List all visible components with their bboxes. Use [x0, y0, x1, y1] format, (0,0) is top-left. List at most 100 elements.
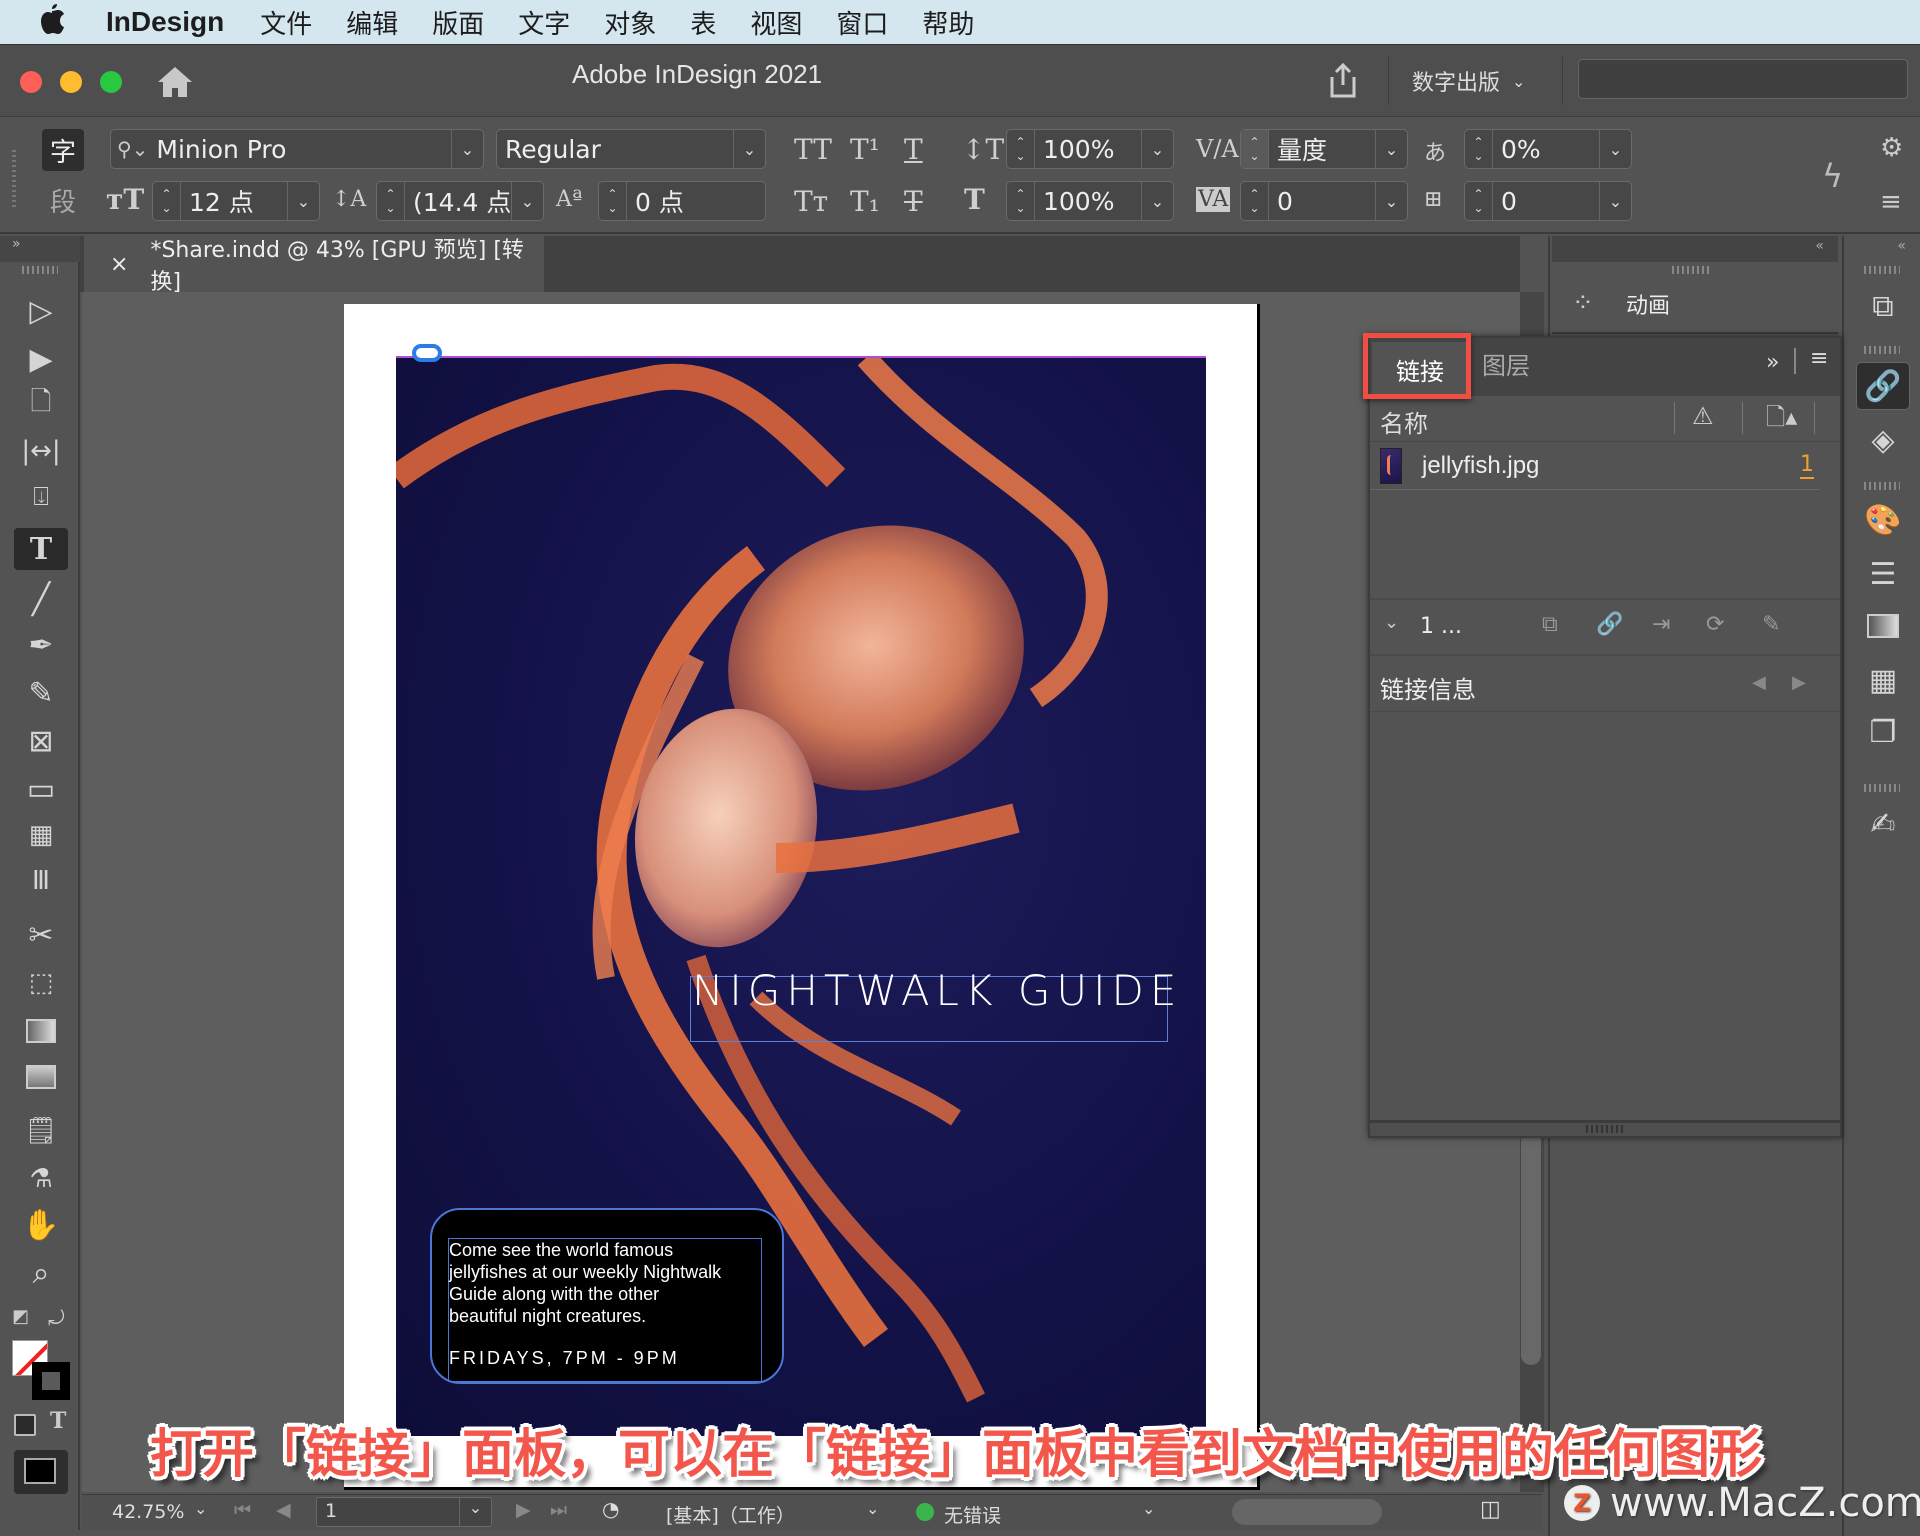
leading-field[interactable]: ⌃ ⌄ (14.4 点 ⌄ [376, 181, 544, 221]
gradient-panel-icon[interactable] [1856, 602, 1910, 650]
edit-original-icon[interactable]: ✎ [1762, 612, 1780, 637]
grid-spacing-field[interactable]: ⌃ ⌄ 0 ⌄ [1464, 181, 1632, 221]
line-tool-icon[interactable]: ╱ [14, 578, 68, 620]
go-to-link-icon[interactable]: ⇥ [1652, 612, 1670, 637]
menu-window[interactable]: 窗口 [836, 4, 888, 41]
gap-tool-icon[interactable]: |↔| [14, 430, 68, 472]
stroke-swatch[interactable] [32, 1362, 70, 1400]
expand-panel-icon[interactable]: » [1766, 350, 1779, 375]
zoom-level[interactable]: 42.75% [112, 1501, 184, 1523]
chevron-down-icon[interactable]: ⌄ [194, 1499, 207, 1518]
formatting-text-icon[interactable]: T [50, 1408, 66, 1434]
bookmarks-panel-icon[interactable]: ❐ [1856, 708, 1910, 756]
note-tool-icon[interactable]: 🗒 [14, 1110, 68, 1152]
swatches-panel-icon[interactable]: 🎨 [1856, 496, 1910, 544]
chevron-down-icon[interactable]: ⌄ [1142, 1499, 1155, 1518]
apple-icon[interactable] [38, 2, 78, 42]
chevron-down-icon[interactable]: ⌄ [459, 1498, 491, 1526]
menu-type[interactable]: 文字 [518, 4, 570, 41]
collapse-strip-icon[interactable]: « [1897, 238, 1906, 254]
tsume-field[interactable]: ⌃ ⌄ 0% ⌄ [1464, 129, 1632, 169]
font-size-field[interactable]: ⌃ ⌄ 12 点 ⌄ [152, 181, 320, 221]
column-name-header[interactable]: 名称 [1380, 404, 1428, 439]
menu-file[interactable]: 文件 [260, 4, 312, 41]
kerning-dropdown[interactable]: ⌃ ⌄ 量度 ⌄ [1240, 129, 1408, 169]
subscript-icon[interactable]: T₁ [850, 185, 880, 218]
close-tab-icon[interactable]: × [110, 252, 128, 277]
small-caps-icon[interactable]: Tт [794, 185, 828, 218]
vertical-scale-field[interactable]: ⌃ ⌄ 100% ⌄ [1006, 129, 1174, 169]
preflight-status[interactable]: 无错误 [944, 1501, 1001, 1528]
stepper-icon[interactable]: ⌃ ⌄ [153, 182, 181, 220]
panel-grip[interactable] [12, 147, 16, 207]
type-tool-icon[interactable]: T [14, 528, 68, 570]
panel-grip[interactable] [1864, 266, 1900, 274]
link-page-number[interactable]: 1 [1800, 452, 1814, 479]
panel-grip[interactable] [1864, 784, 1900, 792]
home-icon[interactable] [156, 65, 194, 99]
scissors-tool-icon[interactable]: ✂ [14, 914, 68, 956]
zoom-tool-icon[interactable]: ⌕ [14, 1252, 68, 1294]
relink-cc-icon[interactable]: ⧉ [1542, 612, 1558, 637]
warning-icon[interactable]: ⚠ [1692, 402, 1714, 430]
stepper-icon[interactable]: ⌃ ⌄ [1007, 182, 1035, 220]
panel-menu-icon[interactable]: ≡ [1810, 346, 1828, 371]
tracking-field[interactable]: ⌃ ⌄ 0 ⌄ [1240, 181, 1408, 221]
character-mode-button[interactable]: 字 [42, 129, 84, 171]
menu-edit[interactable]: 编辑 [346, 4, 398, 41]
pages-panel-icon[interactable]: ⧉ [1856, 282, 1910, 330]
page-tool-icon[interactable]: 🗋 [14, 384, 68, 426]
gradient-swatch-tool-icon[interactable] [14, 1010, 68, 1052]
menu-app-name[interactable]: InDesign [106, 6, 224, 38]
link-badge-icon[interactable] [412, 344, 442, 362]
chevron-down-icon[interactable]: ⌄ [1599, 130, 1631, 168]
formatting-container-icon[interactable] [14, 1414, 36, 1436]
gradient-feather-tool-icon[interactable] [14, 1056, 68, 1098]
chevron-down-icon[interactable]: ⌄ [1141, 130, 1173, 168]
layers-panel-icon[interactable]: ◈ [1856, 416, 1910, 464]
strikethrough-icon[interactable]: T [904, 185, 923, 218]
chevron-down-icon[interactable]: ⌄ [1375, 182, 1407, 220]
default-colors-icon[interactable]: ◩ [12, 1306, 29, 1327]
stepper-icon[interactable]: ⌃ ⌄ [599, 182, 627, 220]
workspace-switcher[interactable]: 数字出版 ⌄ [1412, 65, 1525, 97]
panel-grip[interactable] [1864, 346, 1900, 354]
paragraph-mode-button[interactable]: 段 [42, 179, 84, 221]
table-tool-icon[interactable]: ▦ [14, 814, 68, 856]
menu-view[interactable]: 视图 [750, 4, 802, 41]
superscript-icon[interactable]: T¹ [850, 133, 880, 166]
panel-grip[interactable] [1586, 1125, 1626, 1133]
preflight-profile[interactable]: [基本]（工作） [666, 1501, 795, 1528]
chevron-down-icon[interactable]: ⌄ [1384, 612, 1399, 633]
screen-mode-button[interactable] [14, 1450, 68, 1494]
hand-tool-icon[interactable]: ✋ [14, 1204, 68, 1246]
maximize-window-button[interactable] [100, 71, 122, 93]
split-view-icon[interactable]: ◫ [1480, 1497, 1501, 1522]
animation-panel-tab[interactable]: ⁘ 动画 [1552, 262, 1838, 334]
stepper-icon[interactable]: ⌃ ⌄ [1241, 130, 1269, 168]
stepper-icon[interactable]: ⌃ ⌄ [1465, 182, 1493, 220]
share-icon[interactable] [1326, 62, 1360, 99]
last-page-icon[interactable]: ⏭ [550, 1499, 567, 1521]
menu-help[interactable]: 帮助 [922, 4, 974, 41]
stepper-icon[interactable]: ⌃ ⌄ [1007, 130, 1035, 168]
links-panel-icon[interactable]: 🔗 [1856, 362, 1910, 410]
menu-layout[interactable]: 版面 [432, 4, 484, 41]
chevron-down-icon[interactable]: ⌄ [511, 182, 543, 220]
menu-object[interactable]: 对象 [604, 4, 656, 41]
preflight-panel-icon[interactable]: ✍ [1856, 800, 1910, 848]
chevron-down-icon[interactable]: ⌄ [733, 130, 765, 168]
lightning-icon[interactable]: ϟ [1822, 157, 1843, 195]
stepper-icon[interactable]: ⌃ ⌄ [1465, 130, 1493, 168]
panel-grip[interactable] [1864, 482, 1900, 490]
free-transform-tool-icon[interactable]: ⬚ [14, 962, 68, 1004]
chevron-down-icon[interactable]: ⌄ [1375, 130, 1407, 168]
previous-page-icon[interactable]: ◀ [276, 1499, 291, 1521]
chevron-down-icon[interactable]: ⌄ [1141, 182, 1173, 220]
close-window-button[interactable] [20, 71, 42, 93]
previous-link-icon[interactable]: ◀ [1752, 672, 1766, 693]
stroke-panel-icon[interactable]: ☰ [1856, 550, 1910, 598]
chevron-down-icon[interactable]: ⌄ [1599, 182, 1631, 220]
next-page-icon[interactable]: ▶ [516, 1499, 531, 1521]
minimize-window-button[interactable] [60, 71, 82, 93]
